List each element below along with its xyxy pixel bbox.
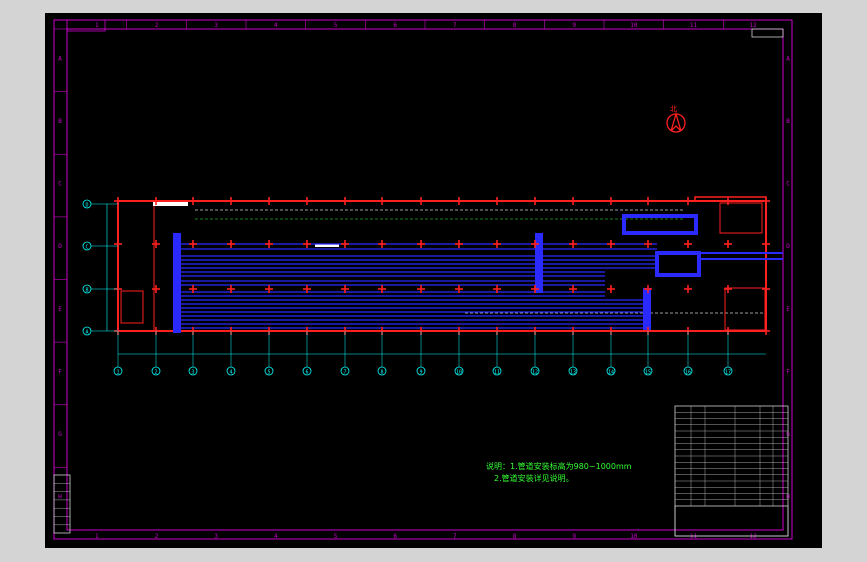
grid-axes: DCBA1 2 3 4 5 6 7 8 9 10 11 12 13 14 15 16 17	[82, 199, 766, 376]
column-axis-label: 12	[532, 370, 538, 376]
pipe-loop	[655, 251, 701, 277]
column-axis-label: 4	[229, 370, 232, 376]
frame-right-tick-label: E	[786, 306, 790, 313]
pipe-riser	[173, 233, 181, 333]
frame-top-tick-label: 11	[690, 22, 698, 29]
column-axis-label: 6	[305, 370, 308, 376]
stair-left	[120, 290, 144, 324]
frame-bottom-tick-label: 6	[393, 533, 397, 540]
title-block	[674, 405, 789, 537]
column-axis-label: 10	[456, 370, 462, 376]
frame-left-tick-label: G	[58, 431, 62, 438]
column-axis-label: 9	[419, 370, 422, 376]
cad-drawing: 1 2 3 4 5 6 7 8 9 10 11 121 2 3 4 5 6 7 8 9 10 11 12A AB BC CD DE E…	[53, 19, 793, 540]
frame-ticks: 1 2 3 4 5 6 7 8 9 10 11 121 2 3 4 5 6 7 8 9 10 11 12A AB BC CD DE E…	[54, 20, 790, 540]
frame-bottom-tick-label: 7	[453, 533, 457, 540]
white-equipment	[153, 202, 188, 206]
legend-block	[53, 474, 71, 534]
frame-left-tick-label: H	[58, 494, 62, 501]
column-axis-label: 16	[685, 370, 691, 376]
column-axis-label: 14	[608, 370, 614, 376]
frame-left-tick-label: B	[58, 118, 62, 125]
column-axis-label: 8	[380, 370, 383, 376]
frame-top-tick-label: 1	[95, 22, 99, 29]
row-axis-label: A	[85, 330, 88, 336]
frame-bottom-tick-label: 9	[572, 533, 576, 540]
frame-top-tick-label: 8	[513, 22, 517, 29]
column-axis-label: 3	[191, 370, 194, 376]
frame-left-tick-label: A	[58, 55, 62, 62]
frame-bottom-tick-label: 2	[155, 533, 159, 540]
frame-top-tick-label: 7	[453, 22, 457, 29]
column-axis-label: 13	[570, 370, 576, 376]
frame-left-tick-label: D	[58, 243, 62, 250]
frame-top-tick-label: 3	[214, 22, 218, 29]
north-label: 北	[670, 105, 677, 113]
row-axis-label: C	[85, 245, 88, 251]
frame-right-tick-label: C	[786, 181, 790, 188]
frame-right-tick-label: B	[786, 118, 790, 125]
outer-frame	[53, 19, 793, 540]
frame-top-tick-label: 9	[572, 22, 576, 29]
frame-bottom-tick-label: 5	[334, 533, 338, 540]
drawing-note-2: 2.管道安装详见说明。	[494, 474, 574, 483]
column-axis-label: 15	[645, 370, 651, 376]
frame-top-tick-label: 5	[334, 22, 338, 29]
row-axis-label: D	[85, 203, 88, 209]
building-plan	[114, 196, 783, 335]
room-right-top	[719, 202, 763, 234]
frame-bottom-tick-label: 8	[513, 533, 517, 540]
room-left	[117, 200, 155, 332]
frame-left-tick-label: F	[58, 368, 62, 375]
frame-top-tick-label: 2	[155, 22, 159, 29]
frame-top-tick-label: 12	[750, 22, 758, 29]
column-axis-label: 7	[343, 370, 346, 376]
frame-right-tick-label: F	[786, 368, 790, 375]
frame-top-tick-label: 10	[630, 22, 638, 29]
cad-viewport[interactable]: 1 2 3 4 5 6 7 8 9 10 11 12 1 2 3 4 5 6 7 8 9 10 11 12 A A B B C C D D E E…	[45, 13, 822, 548]
frame-bottom-tick-label: 3	[214, 533, 218, 540]
frame-top-tick-label: 6	[393, 22, 397, 29]
frame-right-tick-label: D	[786, 243, 790, 250]
frame-bottom-tick-label: 12	[750, 533, 758, 540]
column-axis-label: 5	[267, 370, 270, 376]
column-axis-label: 11	[494, 370, 500, 376]
frame-bottom-tick-label: 1	[95, 533, 99, 540]
pipe-network	[177, 243, 657, 329]
frame-left-tick-label: C	[58, 181, 62, 188]
column-axis-label: 17	[725, 370, 731, 376]
frame-right-tick-label: A	[786, 55, 790, 62]
frame-bottom-tick-label: 4	[274, 533, 278, 540]
row-axis-label: B	[85, 288, 88, 294]
north-arrow: 北	[666, 105, 686, 133]
frame-left-tick-label: E	[58, 306, 62, 313]
pipe-riser	[535, 233, 543, 293]
column-axis-label: 2	[154, 370, 157, 376]
frame-bottom-tick-label: 11	[690, 533, 698, 540]
frame-bottom-tick-label: 10	[630, 533, 638, 540]
column-axis-label: 1	[116, 370, 119, 376]
sheet-number-box	[751, 28, 784, 38]
pipe-loop	[622, 214, 698, 235]
room-right-bottom	[724, 287, 766, 331]
drawing-note-1: 说明：1.管道安装标高为980~1000mm	[486, 462, 632, 471]
frame-top-tick-label: 4	[274, 22, 278, 29]
pipe-riser	[643, 288, 651, 330]
